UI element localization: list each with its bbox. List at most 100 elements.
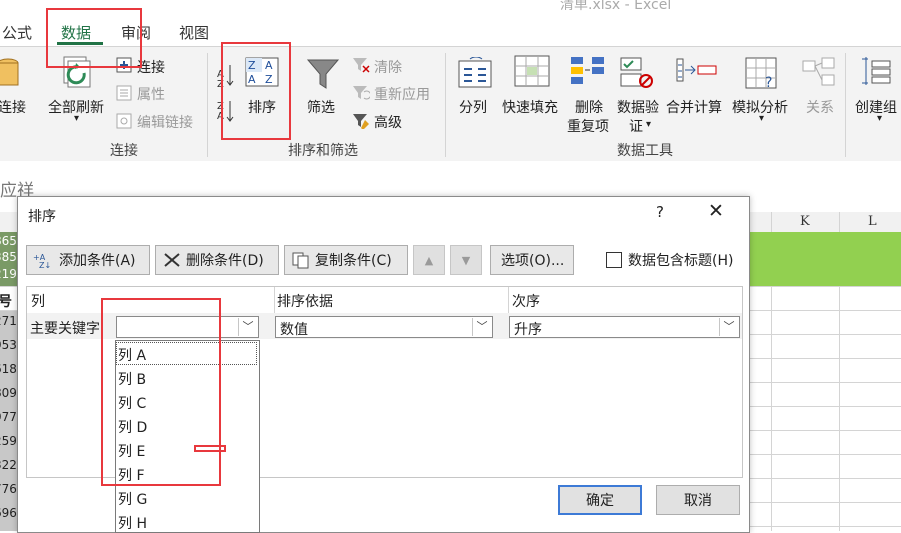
- refresh-dropdown-icon[interactable]: ▾: [74, 113, 79, 124]
- text-to-columns-icon: [458, 57, 492, 88]
- order-heading: 次序: [512, 294, 540, 310]
- advanced-filter-icon: [353, 114, 369, 129]
- ok-button[interactable]: 确定: [558, 485, 642, 515]
- cell-text: 322: [0, 458, 17, 472]
- chevron-down-icon[interactable]: ﹀: [472, 318, 491, 336]
- sort-on-heading: 排序依据: [277, 294, 333, 310]
- consolidate-button[interactable]: 合并计算: [666, 97, 722, 117]
- window-title: 清单.xlsx - Excel: [560, 0, 672, 13]
- add-level-button[interactable]: +A Z↓ 添加条件(A): [26, 245, 150, 275]
- delete-icon: [164, 253, 180, 267]
- cell-text: 809: [0, 386, 17, 400]
- sort-on-select[interactable]: 数值 ﹀: [275, 316, 493, 338]
- options-label: 选项(O)...: [501, 253, 565, 269]
- options-button[interactable]: 选项(O)...: [490, 245, 574, 275]
- tab-formulas[interactable]: 公式: [2, 22, 32, 43]
- cell-text: 696: [0, 506, 17, 520]
- column-heading: 列: [31, 294, 45, 310]
- relationships-button[interactable]: 关系: [806, 97, 834, 117]
- data-validation-icon: [620, 57, 653, 88]
- edit-links-button[interactable]: 编辑链接: [137, 112, 193, 132]
- sort-on-value: 数值: [280, 322, 308, 338]
- close-button[interactable]: ✕: [708, 200, 724, 222]
- highlight-box: [101, 298, 221, 486]
- chevron-down-icon[interactable]: ﹀: [719, 318, 738, 336]
- what-if-analysis-icon: ?: [745, 57, 777, 91]
- cancel-label: 取消: [684, 493, 712, 509]
- group-divider: [445, 53, 446, 157]
- remove-duplicates-icon: [571, 57, 604, 84]
- reapply-icon: [353, 86, 370, 100]
- highlight-mark: [194, 445, 226, 452]
- cell-text: 219: [0, 267, 17, 281]
- cell-text: 号: [0, 294, 12, 310]
- cancel-button[interactable]: 取消: [656, 485, 740, 515]
- add-level-label: 添加条件(A): [59, 253, 136, 269]
- delete-level-label: 删除条件(D): [186, 253, 264, 269]
- group-dropdown-icon[interactable]: ▾: [877, 113, 882, 124]
- column-header-k[interactable]: K: [800, 214, 810, 229]
- what-if-dropdown-icon[interactable]: ▾: [759, 113, 764, 124]
- highlight-box: [46, 8, 142, 68]
- move-down-button[interactable]: ▼: [450, 245, 482, 275]
- cell-text: 271: [0, 314, 17, 328]
- primary-key-label: 主要关键字: [30, 321, 100, 337]
- heading-divider: [508, 287, 509, 313]
- cell-text: 865: [0, 234, 17, 248]
- cell-text: 776: [0, 482, 17, 496]
- column-header-l[interactable]: L: [868, 214, 877, 229]
- reapply-button[interactable]: 重新应用: [374, 84, 430, 104]
- has-headers-checkbox[interactable]: [606, 252, 622, 268]
- sort-filter-group-label: 排序和筛选: [288, 143, 358, 159]
- order-select[interactable]: 升序 ﹀: [509, 316, 740, 338]
- properties-button[interactable]: 属性: [137, 84, 165, 104]
- filter-icon: [306, 59, 340, 89]
- svg-text:?: ?: [765, 75, 772, 91]
- dropdown-item[interactable]: 列 G: [118, 489, 147, 509]
- flash-fill-button[interactable]: 快速填充: [502, 97, 558, 117]
- dialog-title: 排序: [28, 209, 56, 225]
- filter-button[interactable]: 筛选: [307, 97, 335, 117]
- cell-text: 953: [0, 338, 17, 352]
- text-to-columns-button[interactable]: 分列: [459, 97, 487, 117]
- add-level-icon: +AZ↓: [33, 253, 51, 269]
- svg-text:Z↓: Z↓: [39, 261, 51, 269]
- group-divider: [207, 53, 208, 157]
- tab-view[interactable]: 视图: [179, 22, 209, 43]
- copy-level-label: 复制条件(C): [315, 253, 392, 269]
- cell-text: 385: [0, 250, 17, 264]
- help-button[interactable]: ?: [656, 203, 664, 221]
- validation-dropdown-icon[interactable]: ▾: [646, 119, 651, 130]
- flash-fill-icon: [514, 55, 550, 87]
- data-validation-button[interactable]: 数据验: [617, 97, 659, 117]
- delete-level-button[interactable]: 删除条件(D): [155, 245, 279, 275]
- dropdown-item[interactable]: 列 H: [118, 513, 147, 532]
- has-headers-label: 数据包含标题(H): [628, 253, 734, 269]
- advanced-button[interactable]: 高级: [374, 112, 402, 132]
- cell-text: 618: [0, 362, 17, 376]
- cell-text: 977: [0, 410, 17, 424]
- chevron-down-icon[interactable]: ﹀: [238, 318, 257, 336]
- down-arrow-icon: ▼: [461, 253, 471, 267]
- remove-duplicates-button[interactable]: 删除: [575, 97, 603, 117]
- ok-label: 确定: [586, 493, 614, 509]
- copy-icon: [292, 252, 309, 269]
- new-connection-button[interactable]: 连接: [0, 97, 26, 117]
- left-cells: 865 385 219 号 271 953 618 809 977 259 32…: [0, 232, 17, 531]
- database-icon: [0, 58, 19, 86]
- relationships-icon: [802, 57, 835, 86]
- group-icon: [862, 57, 891, 85]
- remove-duplicates-label-line2: 重复项: [567, 119, 609, 135]
- clear-button[interactable]: 清除: [374, 57, 402, 77]
- clear-filter-icon: [353, 58, 370, 73]
- move-up-button[interactable]: ▲: [413, 245, 445, 275]
- highlight-box: [221, 42, 291, 140]
- create-group-button[interactable]: 创建组: [855, 97, 897, 117]
- heading-divider: [274, 287, 275, 313]
- data-validation-label-line2: 证: [629, 119, 643, 135]
- copy-level-button[interactable]: 复制条件(C): [284, 245, 408, 275]
- group-divider: [845, 53, 846, 157]
- cell-text: 259: [0, 434, 17, 448]
- formula-area: [0, 161, 901, 201]
- properties-icon: [116, 85, 132, 101]
